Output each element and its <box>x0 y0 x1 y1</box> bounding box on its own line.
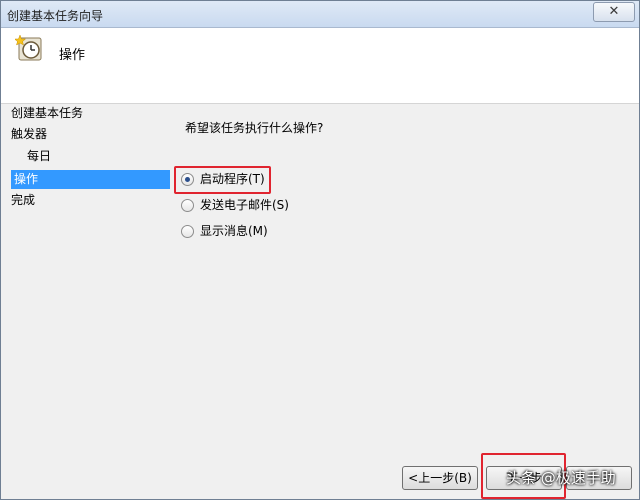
back-button[interactable]: <上一步(B) <box>402 466 478 490</box>
show-message-radio[interactable] <box>181 224 194 238</box>
page-header: 操作 <box>1 28 639 104</box>
send-email-radio[interactable] <box>181 198 194 212</box>
send-email-label: 发送电子邮件(S) <box>200 198 289 212</box>
step-create-basic-task[interactable]: 创建基本任务 <box>11 104 169 123</box>
window-title: 创建基本任务向导 <box>7 9 104 23</box>
step-action[interactable]: 操作 <box>11 170 170 189</box>
task-scheduler-clock-icon <box>15 34 42 61</box>
page-title: 操作 <box>59 48 86 63</box>
close-button[interactable]: ✕ <box>593 2 635 22</box>
wizard-window: 创建基本任务向导 ✕ 操作 创建基本任务 触发器 每日 操作 完成 希望该任务执… <box>0 0 640 500</box>
step-daily[interactable]: 每日 <box>27 147 169 166</box>
step-finish[interactable]: 完成 <box>11 191 169 210</box>
watermark: 头条 @极速手助 <box>506 469 616 487</box>
title-bar[interactable]: 创建基本任务向导 ✕ <box>1 1 639 28</box>
option-show-message[interactable]: 显示消息(M) <box>181 222 268 240</box>
step-trigger[interactable]: 触发器 <box>11 125 169 144</box>
action-prompt: 希望该任务执行什么操作? <box>185 121 324 135</box>
option-send-email[interactable]: 发送电子邮件(S) <box>181 196 289 214</box>
start-program-highlight <box>174 166 271 194</box>
show-message-label: 显示消息(M) <box>200 224 268 238</box>
